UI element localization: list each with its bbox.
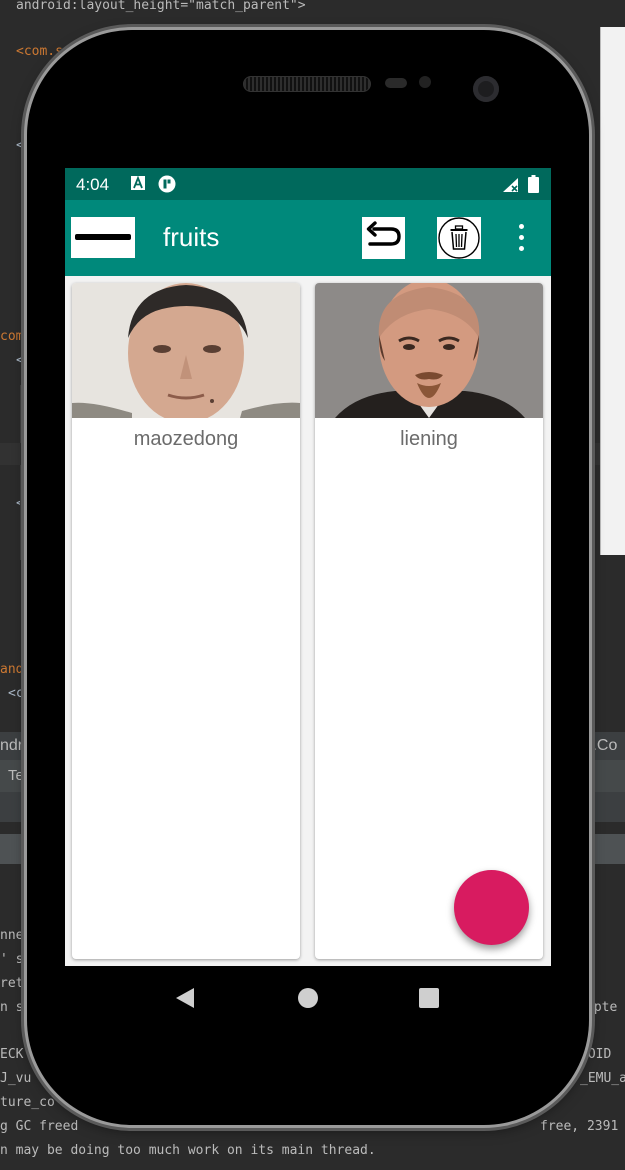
ide-tab-te[interactable]: Te [8,767,24,784]
phone-screen: 4:04 fruits maozedong liening [65,168,551,1032]
card-liening[interactable]: liening [315,283,543,959]
trash-icon [438,217,480,259]
card-maozedong[interactable]: maozedong [72,283,300,959]
more-vert-icon[interactable] [511,222,531,254]
undo-button[interactable] [362,217,405,259]
notification-circle-icon [158,175,176,198]
dot [519,224,524,229]
log-line: g GC freed [0,1119,79,1134]
code-line: android:layout_height="match_parent"> [16,0,306,13]
status-bar: 4:04 [65,168,551,200]
log-line: ECK [0,1047,24,1062]
add-fab-button[interactable] [454,870,529,945]
code-line: com [0,329,24,344]
card-grid: maozedong liening [65,276,551,966]
menu-bar-icon [75,234,131,240]
earpiece-speaker [243,76,371,92]
system-nav-bar [65,966,551,1032]
card-title: liening [400,428,458,450]
dot [519,235,524,240]
ide-side-panel [600,27,625,555]
code-line: <com.s [16,44,63,59]
log-line: mpte [586,1000,618,1015]
signal-icon [502,177,520,198]
status-time: 4:04 [76,175,110,194]
log-line: _EMU_a [580,1071,625,1086]
code-line: <c [8,686,24,701]
front-camera-icon [473,76,499,102]
code-line: < [16,353,24,368]
scroll-gutter [20,385,25,560]
page-title: fruits [163,222,220,252]
code-line: < [16,138,24,153]
proximity-sensor [385,78,407,88]
portrait-image [72,283,300,418]
undo-icon [366,221,401,246]
home-icon[interactable] [298,988,318,1008]
log-line: J_vu [0,1071,32,1086]
notification-a-icon [131,175,145,195]
code-line: and [0,662,24,677]
log-line: free, 2391 [540,1119,619,1134]
recent-apps-icon[interactable] [419,988,439,1008]
log-line: ture_co [0,1095,55,1110]
portrait-image [315,283,543,418]
app-bar: fruits [65,200,551,276]
card-title: maozedong [133,428,239,450]
battery-icon [528,175,539,198]
dot [519,246,524,251]
ide-tab-right[interactable]: t.Co [588,737,617,755]
delete-button[interactable] [437,217,481,259]
log-line: n may be doing too much work on its main… [0,1143,376,1158]
nav-menu-button[interactable] [71,217,135,258]
light-sensor [419,76,431,88]
back-icon[interactable] [175,987,195,1009]
